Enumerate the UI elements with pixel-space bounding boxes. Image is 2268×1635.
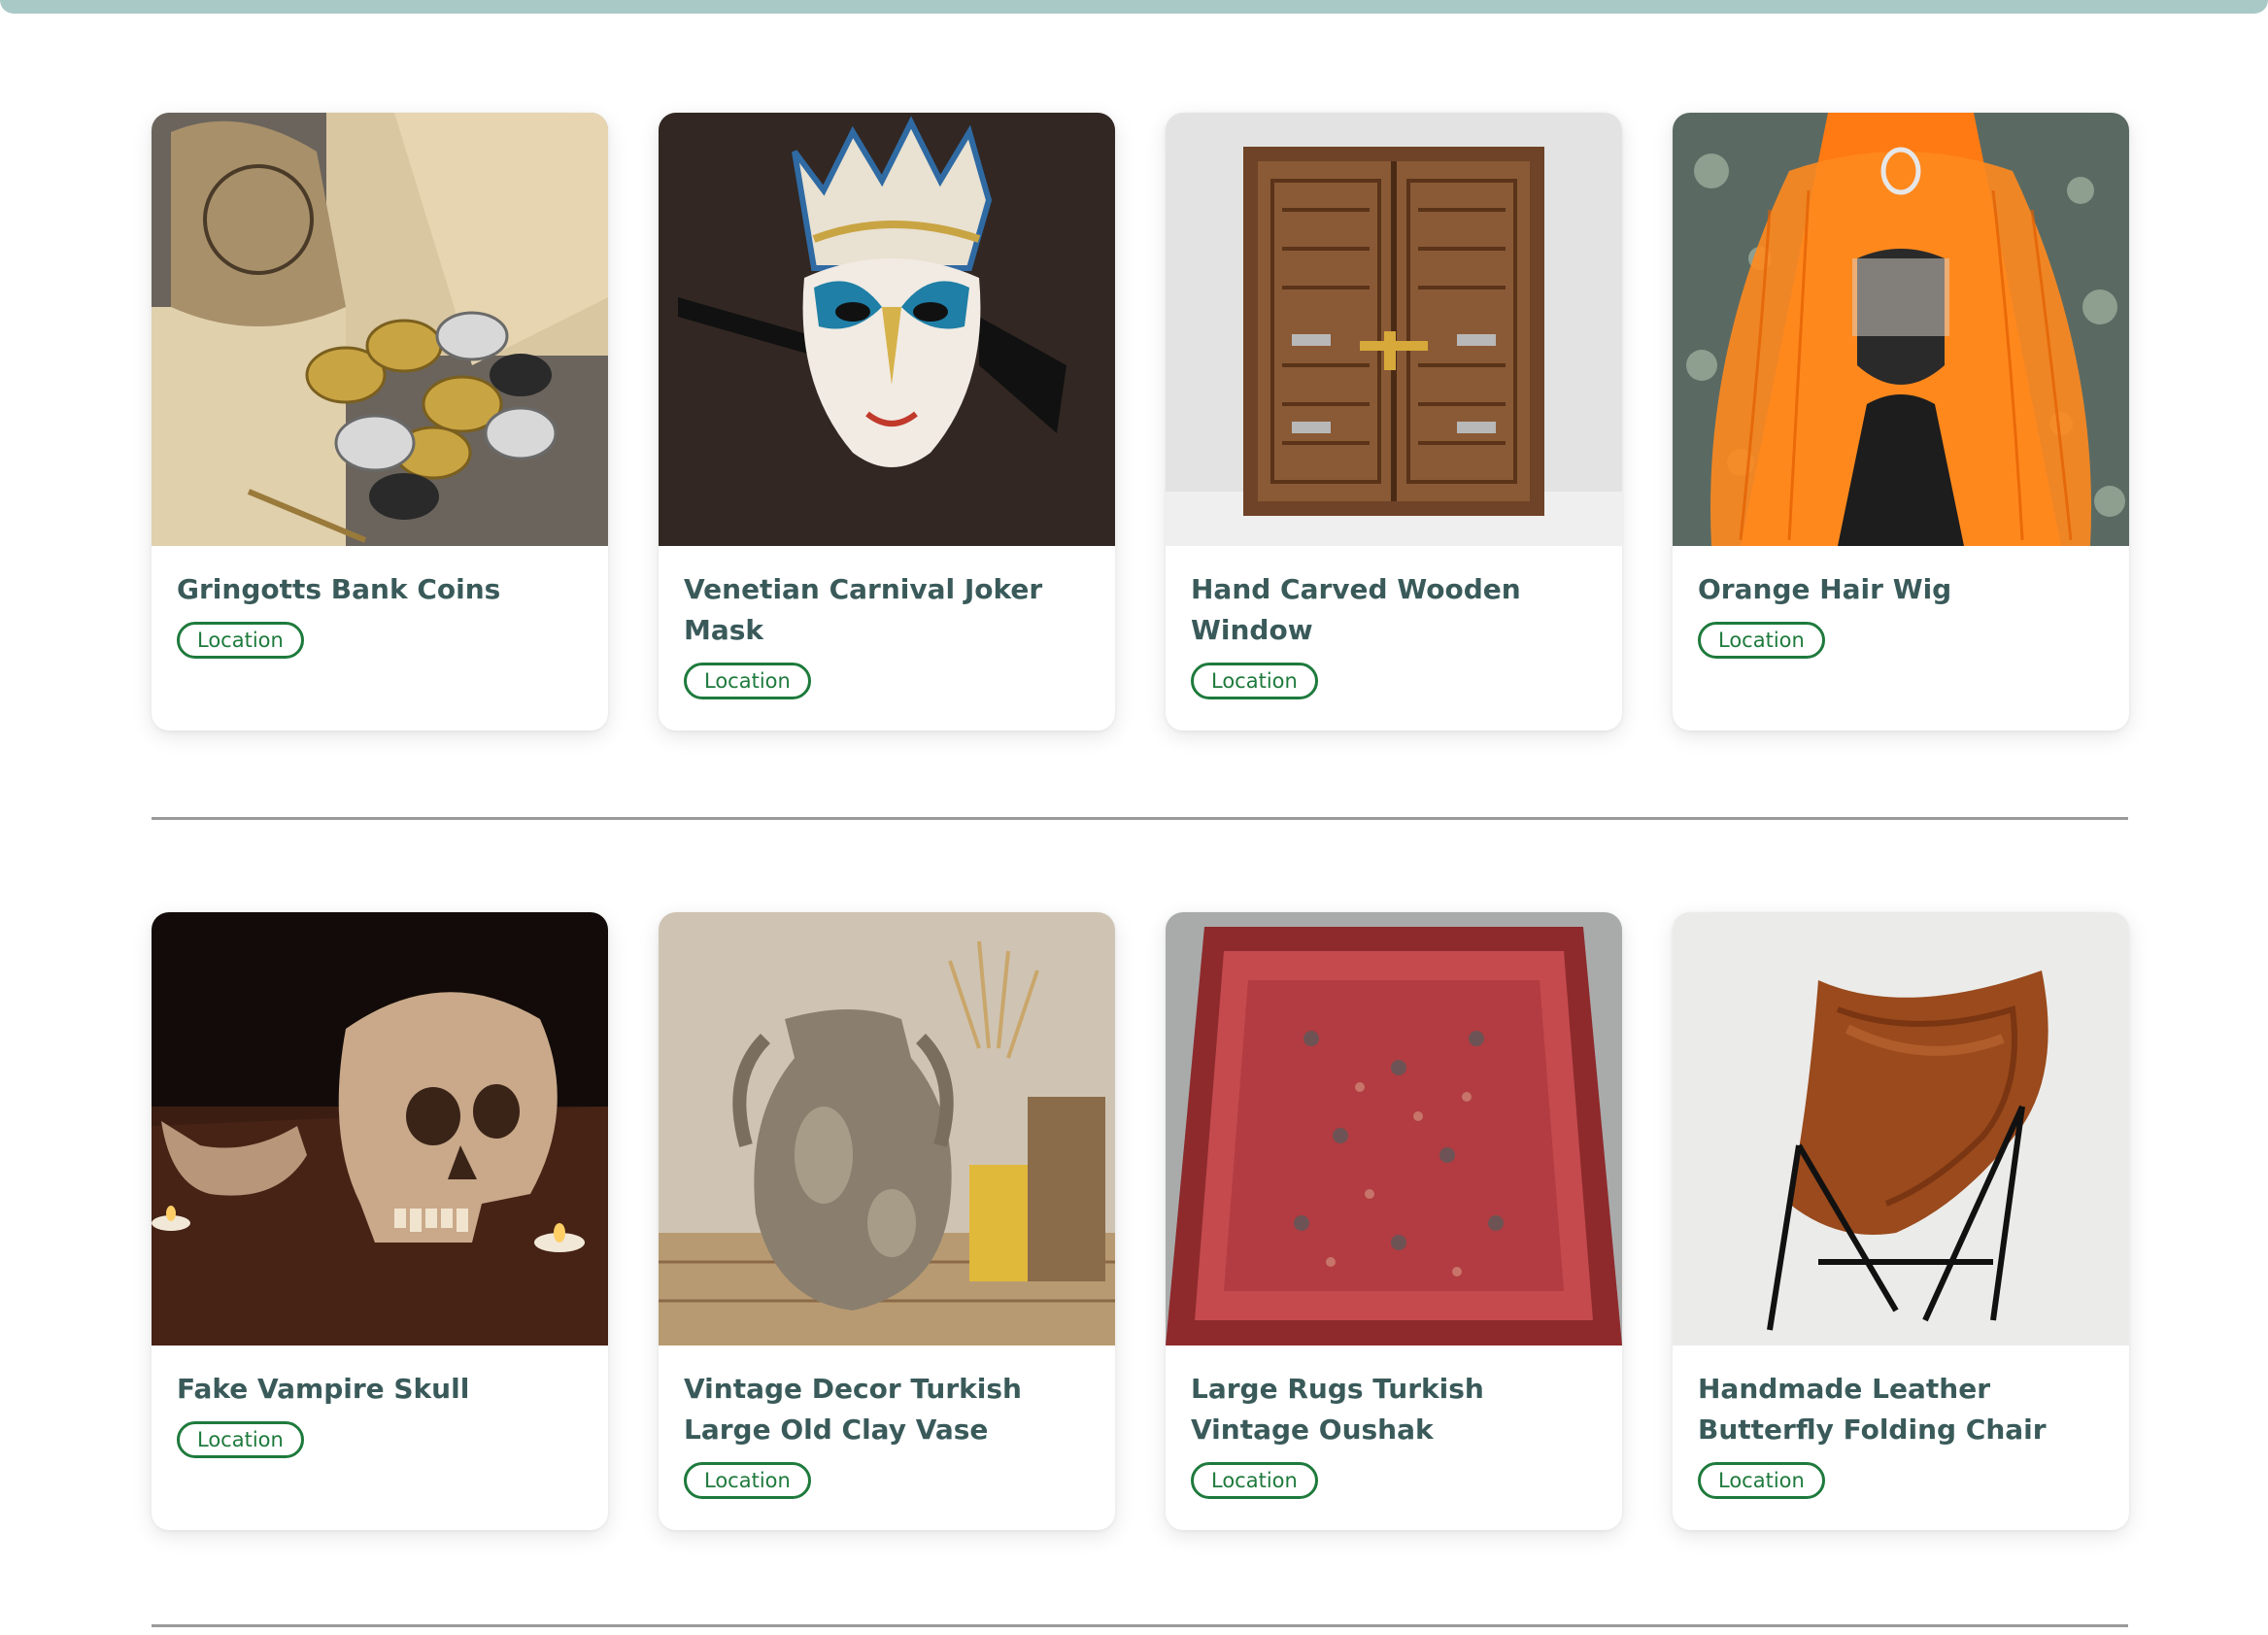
- leather-chair-photo: [1673, 912, 2129, 1345]
- vampire-skull-photo: [152, 912, 608, 1345]
- carved-wooden-window-photo: [1166, 113, 1622, 546]
- product-row-2: Fake Vampire Skull Location Vintage Deco…: [152, 912, 2129, 1530]
- top-accent-bar: [0, 0, 2268, 14]
- product-card[interactable]: Fake Vampire Skull Location: [152, 912, 608, 1530]
- product-card[interactable]: Handmade Leather Butterfly Folding Chair…: [1673, 912, 2129, 1530]
- product-title[interactable]: Gringotts Bank Coins: [177, 569, 583, 610]
- location-badge[interactable]: Location: [684, 663, 811, 699]
- product-card[interactable]: Large Rugs Turkish Vintage Oushak Locati…: [1166, 912, 1622, 1530]
- product-grid: Fake Vampire Skull Location Vintage Deco…: [152, 912, 2129, 1530]
- product-grid: Gringotts Bank Coins Location Venetian C…: [152, 113, 2129, 731]
- product-image[interactable]: [1166, 113, 1622, 546]
- row-divider: [152, 1624, 2128, 1627]
- product-image[interactable]: [1166, 912, 1622, 1345]
- red-rug-photo: [1166, 912, 1622, 1345]
- product-card[interactable]: Orange Hair Wig Location: [1673, 113, 2129, 731]
- product-image[interactable]: [152, 912, 608, 1345]
- location-badge[interactable]: Location: [1191, 663, 1318, 699]
- location-badge[interactable]: Location: [1698, 1462, 1825, 1499]
- row-divider: [152, 817, 2128, 820]
- clay-vase-photo: [659, 912, 1115, 1345]
- location-badge[interactable]: Location: [1698, 622, 1825, 659]
- coins-pouch-map-photo: [152, 113, 608, 546]
- product-row-1: Gringotts Bank Coins Location Venetian C…: [152, 113, 2129, 731]
- product-image[interactable]: [659, 912, 1115, 1345]
- product-title[interactable]: Vintage Decor Turkish Large Old Clay Vas…: [684, 1369, 1090, 1450]
- product-image[interactable]: [152, 113, 608, 546]
- location-badge[interactable]: Location: [1191, 1462, 1318, 1499]
- product-title[interactable]: Orange Hair Wig: [1698, 569, 2104, 610]
- product-card[interactable]: Vintage Decor Turkish Large Old Clay Vas…: [659, 912, 1115, 1530]
- product-title[interactable]: Large Rugs Turkish Vintage Oushak: [1191, 1369, 1597, 1450]
- product-image[interactable]: [1673, 113, 2129, 546]
- orange-wig-photo: [1673, 113, 2129, 546]
- product-title[interactable]: Venetian Carnival Joker Mask: [684, 569, 1090, 651]
- product-card[interactable]: Gringotts Bank Coins Location: [152, 113, 608, 731]
- product-title[interactable]: Hand Carved Wooden Window: [1191, 569, 1597, 651]
- product-title[interactable]: Fake Vampire Skull: [177, 1369, 583, 1410]
- product-card[interactable]: Venetian Carnival Joker Mask Location: [659, 113, 1115, 731]
- location-badge[interactable]: Location: [684, 1462, 811, 1499]
- product-title[interactable]: Handmade Leather Butterfly Folding Chair: [1698, 1369, 2104, 1450]
- location-badge[interactable]: Location: [177, 622, 304, 659]
- product-image[interactable]: [659, 113, 1115, 546]
- product-card[interactable]: Hand Carved Wooden Window Location: [1166, 113, 1622, 731]
- jester-mask-photo: [659, 113, 1115, 546]
- product-image[interactable]: [1673, 912, 2129, 1345]
- location-badge[interactable]: Location: [177, 1421, 304, 1458]
